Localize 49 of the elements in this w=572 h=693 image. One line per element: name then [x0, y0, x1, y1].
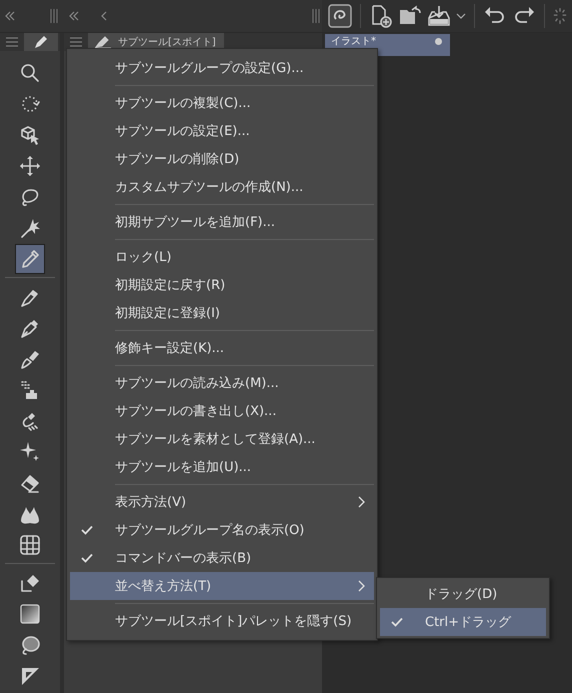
menu-item[interactable]: サブツール[スポイト]パレットを隠す(S) [70, 607, 374, 635]
tab-label: サブツール[スポイト] [118, 36, 216, 49]
menu-item[interactable]: サブツールを素材として登録(A)... [70, 425, 374, 453]
collapse-icon[interactable] [68, 10, 80, 22]
caret-icon[interactable] [456, 12, 466, 20]
menu-icon[interactable] [70, 37, 82, 47]
menu-item[interactable]: ドラッグ(D) [380, 580, 546, 608]
menu-item[interactable]: サブツールの書き出し(X)... [70, 397, 374, 425]
menu-item[interactable]: コマンドバーの表示(B) [70, 544, 374, 572]
tool-button[interactable] [15, 244, 45, 274]
lasso-fill-icon [19, 634, 41, 656]
menu-item[interactable]: ロック(L) [70, 243, 374, 271]
download-tray-icon[interactable] [427, 4, 451, 28]
spinner-icon [553, 5, 567, 27]
check-icon [391, 617, 403, 627]
menu-item[interactable]: Ctrl+ドラッグ [380, 608, 546, 636]
collapse-icon[interactable] [4, 10, 16, 22]
sparkle-icon [19, 440, 41, 462]
check-icon [81, 525, 93, 535]
chevron-right-icon [358, 496, 366, 508]
check-icon [81, 553, 93, 563]
menu-item[interactable]: 並べ替え方法(T) [70, 572, 374, 600]
menu-icon[interactable] [6, 37, 18, 47]
grid-frame-icon [19, 534, 41, 556]
grip-icon[interactable] [50, 8, 58, 24]
menu-item[interactable]: サブツールの複製(C)... [70, 89, 374, 117]
spiral-logo-icon[interactable] [328, 4, 352, 28]
menu-item[interactable]: カスタムサブツールの作成(N)... [70, 173, 374, 201]
menu-item[interactable]: サブツールグループの設定(G)... [70, 54, 374, 82]
gradient-icon [19, 602, 41, 624]
magic-wand-icon [19, 216, 41, 238]
move-arrows-icon [19, 154, 41, 176]
menu-item[interactable]: 修飾キー設定(K)... [70, 334, 374, 362]
menu-item[interactable]: サブツールグループ名の表示(O) [70, 516, 374, 544]
grip-icon[interactable] [312, 8, 320, 24]
cube-cursor-icon [19, 124, 41, 146]
menu-item[interactable]: 初期設定に登録(I) [70, 299, 374, 327]
tool-tab[interactable] [24, 33, 58, 51]
menu-item[interactable]: 初期設定に戻す(R) [70, 271, 374, 299]
close-dot-icon[interactable] [435, 38, 442, 45]
tab-label: イラスト* [331, 36, 376, 47]
search-icon [19, 62, 41, 84]
menu-item[interactable]: 初期サブツールを追加(F)... [70, 208, 374, 236]
menu-item[interactable]: サブツールの読み込み(M)... [70, 369, 374, 397]
menu-item[interactable]: サブツールの設定(E)... [70, 117, 374, 145]
menu-item[interactable]: サブツールの削除(D) [70, 145, 374, 173]
menu-item[interactable]: サブツールを追加(U)... [70, 453, 374, 481]
chevron-right-icon [358, 580, 366, 592]
menu-item[interactable]: 表示方法(V) [70, 488, 374, 516]
